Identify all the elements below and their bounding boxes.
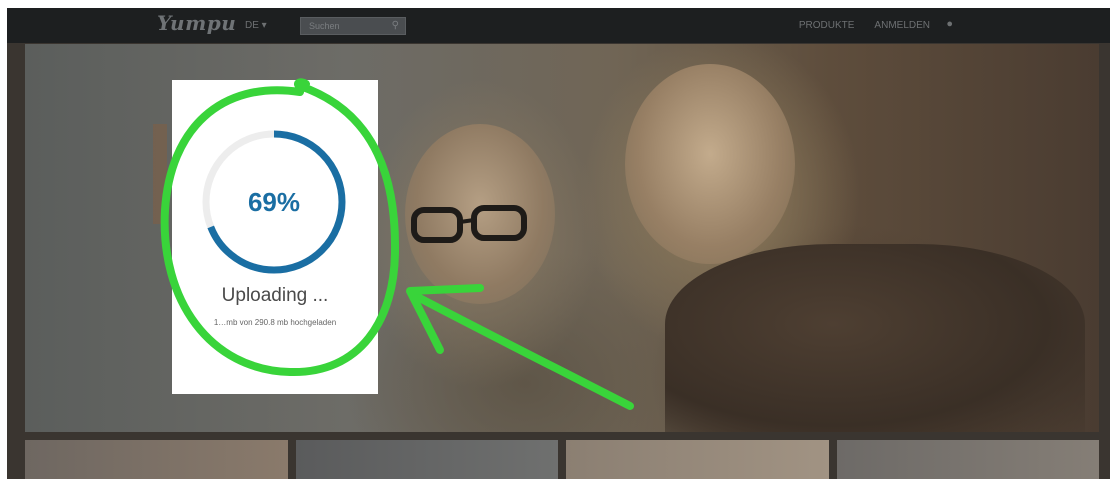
thumbnail[interactable] <box>836 440 1099 479</box>
thumbnail[interactable] <box>566 440 829 479</box>
nav-link-anmelden[interactable]: ANMELDEN <box>874 20 930 31</box>
nav-link-produkte[interactable]: PRODUKTE <box>799 20 855 31</box>
upload-status: Uploading ... <box>221 285 329 306</box>
thumbnail[interactable] <box>295 440 558 479</box>
upload-detail: 1…mb von 290.8 mb hochgeladen <box>213 318 337 327</box>
nav-links: PRODUKTE ANMELDEN <box>799 20 930 31</box>
thumbnail-row <box>25 440 1099 479</box>
hero-jacket <box>665 244 1085 432</box>
hero-person-right <box>625 64 795 264</box>
thumbnail[interactable] <box>25 440 288 479</box>
glasses-shape <box>411 205 527 243</box>
upload-progress-card: 69% Uploading ... 1…mb von 290.8 mb hoch… <box>172 80 378 394</box>
language-selector[interactable]: DE ▾ <box>245 20 267 31</box>
hero-decor <box>153 124 167 224</box>
progress-percent: 69% <box>247 186 301 217</box>
search-input[interactable]: Suchen <box>309 21 340 31</box>
user-icon[interactable]: ● <box>946 18 953 30</box>
top-navbar: Yumpu DE ▾ Suchen ⚲ PRODUKTE ANMELDEN ● <box>7 8 1110 43</box>
site-logo[interactable]: Yumpu <box>157 11 236 35</box>
search-icon[interactable]: ⚲ <box>392 20 399 31</box>
search-box[interactable]: Suchen ⚲ <box>300 17 406 35</box>
